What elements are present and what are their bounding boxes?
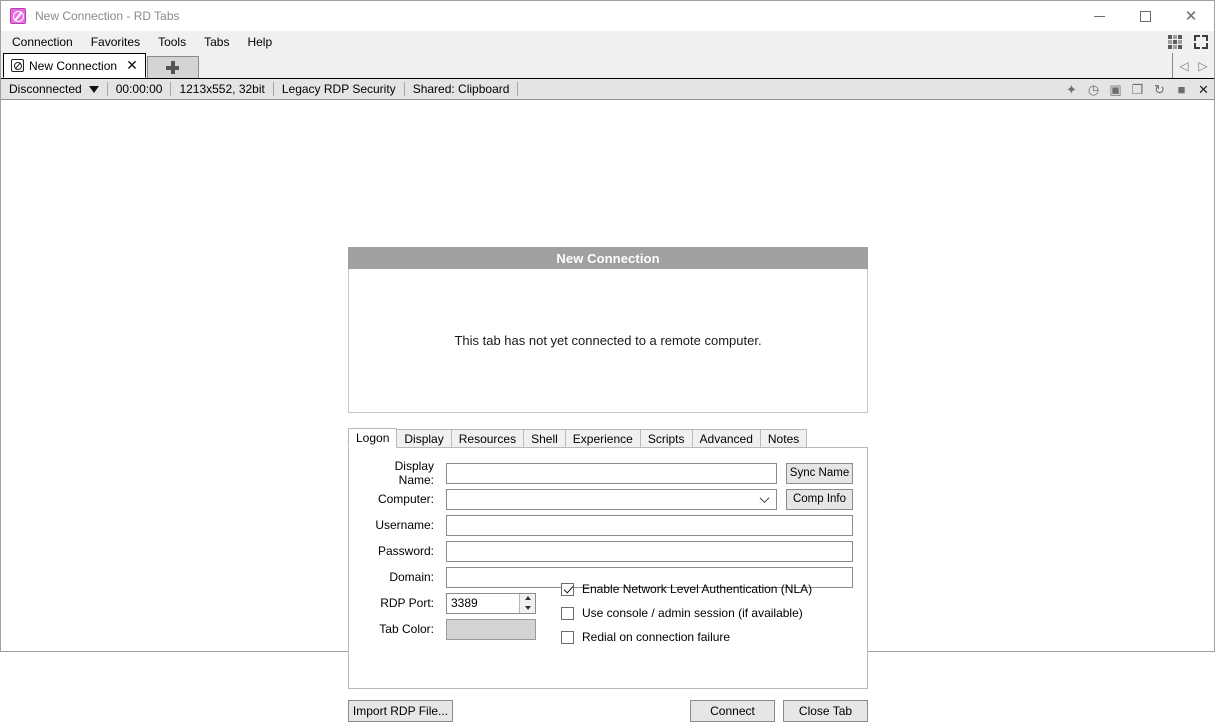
- display-name-input[interactable]: [446, 463, 777, 484]
- rdp-port-label: RDP Port:: [363, 596, 446, 610]
- tab-scroll-left-icon[interactable]: ◁: [1177, 58, 1191, 74]
- checkbox-nla-box[interactable]: [561, 583, 574, 596]
- password-label: Password:: [363, 544, 446, 558]
- domain-label: Domain:: [363, 570, 446, 584]
- computer-row: Computer: Comp Info: [363, 486, 853, 512]
- connection-panel: New Connection This tab has not yet conn…: [348, 247, 868, 722]
- status-timer: 00:00:00: [108, 79, 171, 100]
- tab-close-icon[interactable]: ✕: [126, 59, 138, 73]
- username-row: Username:: [363, 512, 853, 538]
- spin-up-button[interactable]: [520, 594, 535, 604]
- tab-scripts[interactable]: Scripts: [640, 429, 693, 448]
- logon-tab-panel: Display Name: Sync Name Computer: Comp I…: [348, 447, 868, 689]
- copy-icon[interactable]: ❐: [1130, 82, 1145, 97]
- menu-item-tabs[interactable]: Tabs: [195, 32, 238, 52]
- display-name-label: Display Name:: [363, 459, 446, 487]
- caret-up-icon: [525, 596, 531, 600]
- comp-info-button[interactable]: Comp Info: [786, 489, 853, 510]
- tab-color-label: Tab Color:: [363, 622, 446, 636]
- display-name-row: Display Name: Sync Name: [363, 460, 853, 486]
- tab-notes[interactable]: Notes: [760, 429, 807, 448]
- checkbox-nla-label: Enable Network Level Authentication (NLA…: [582, 582, 812, 596]
- username-label: Username:: [363, 518, 446, 532]
- window-controls: ✕: [1076, 1, 1214, 31]
- checkbox-console-session-box[interactable]: [561, 607, 574, 620]
- menu-bar: Connection Favorites Tools Tabs Help: [1, 31, 1214, 53]
- sync-name-button[interactable]: Sync Name: [786, 463, 853, 484]
- reconnect-icon[interactable]: ↻: [1152, 82, 1167, 97]
- status-shared: Shared: Clipboard: [405, 79, 518, 100]
- tab-scroll-right-icon[interactable]: ▷: [1196, 58, 1210, 74]
- password-input[interactable]: [446, 541, 853, 562]
- app-logo-icon: [10, 8, 26, 24]
- pin-icon[interactable]: ✦: [1064, 82, 1079, 97]
- chevron-down-icon: [89, 86, 99, 93]
- menu-item-connection[interactable]: Connection: [3, 32, 82, 52]
- computer-input[interactable]: [446, 489, 777, 510]
- rdp-port-stepper[interactable]: [446, 593, 536, 614]
- checkbox-nla[interactable]: Enable Network Level Authentication (NLA…: [561, 582, 812, 596]
- rd-tabs-window: New Connection - RD Tabs ✕ Connection Fa…: [0, 0, 1215, 652]
- status-bar: Disconnected 00:00:00 1213x552, 32bit Le…: [1, 79, 1214, 100]
- tab-advanced[interactable]: Advanced: [692, 429, 761, 448]
- username-input[interactable]: [446, 515, 853, 536]
- tab-color-swatch[interactable]: [446, 619, 536, 640]
- checkbox-console-session-label: Use console / admin session (if availabl…: [582, 606, 803, 620]
- close-icon: ✕: [1185, 9, 1198, 24]
- tab-new-connection[interactable]: New Connection ✕: [3, 53, 146, 78]
- connection-status-message: This tab has not yet connected to a remo…: [454, 333, 761, 348]
- settings-tab-strip: Logon Display Resources Shell Experience…: [348, 428, 868, 448]
- menu-item-tools[interactable]: Tools: [149, 32, 195, 52]
- tab-shell[interactable]: Shell: [523, 429, 566, 448]
- maximize-button[interactable]: [1122, 1, 1168, 31]
- status-divider: [517, 82, 518, 96]
- close-window-button[interactable]: ✕: [1168, 1, 1214, 31]
- rdp-port-spin-buttons: [519, 594, 535, 613]
- connect-button[interactable]: Connect: [690, 700, 775, 722]
- tab-resources[interactable]: Resources: [451, 429, 524, 448]
- plus-icon: [166, 61, 179, 74]
- close-tab-button[interactable]: Close Tab: [783, 700, 868, 722]
- status-bar-icons: ✦ ◷ ▣ ❐ ↻ ■ ✕: [1064, 79, 1211, 100]
- tab-logon[interactable]: Logon: [348, 428, 397, 448]
- stop-icon[interactable]: ■: [1174, 82, 1189, 97]
- clock-icon[interactable]: ◷: [1086, 82, 1101, 97]
- fullscreen-icon[interactable]: [1194, 35, 1208, 49]
- password-row: Password:: [363, 538, 853, 564]
- dialog-footer: Import RDP File... Connect Close Tab: [348, 700, 868, 722]
- status-connection-state[interactable]: Disconnected: [1, 79, 107, 100]
- tab-scroll-controls: ◁ ▷: [1172, 53, 1214, 78]
- minimize-button[interactable]: [1076, 1, 1122, 31]
- status-connection-state-label: Disconnected: [9, 82, 82, 96]
- menu-item-help[interactable]: Help: [238, 32, 281, 52]
- tab-experience[interactable]: Experience: [565, 429, 641, 448]
- tab-label: New Connection: [29, 59, 117, 73]
- connection-panel-body: This tab has not yet connected to a remo…: [348, 269, 868, 413]
- connection-panel-title: New Connection: [348, 247, 868, 269]
- camera-icon[interactable]: ▣: [1108, 82, 1123, 97]
- status-resolution: 1213x552, 32bit: [171, 79, 272, 100]
- checkbox-redial-label: Redial on connection failure: [582, 630, 730, 644]
- title-bar: New Connection - RD Tabs ✕: [1, 1, 1214, 31]
- logon-options-group: Enable Network Level Authentication (NLA…: [561, 582, 812, 644]
- spin-down-button[interactable]: [520, 603, 535, 613]
- caret-down-icon: [525, 606, 531, 610]
- tab-display[interactable]: Display: [396, 429, 451, 448]
- import-rdp-file-button[interactable]: Import RDP File...: [348, 700, 453, 722]
- checkbox-redial[interactable]: Redial on connection failure: [561, 630, 812, 644]
- computer-combobox[interactable]: [446, 489, 777, 510]
- tab-strip: New Connection ✕ ◁ ▷: [1, 53, 1214, 79]
- new-tab-button[interactable]: [147, 56, 199, 78]
- client-area: New Connection This tab has not yet conn…: [1, 100, 1214, 651]
- computer-label: Computer:: [363, 492, 446, 506]
- window-title: New Connection - RD Tabs: [35, 9, 180, 23]
- menu-bar-tools: [1168, 31, 1208, 53]
- status-security: Legacy RDP Security: [274, 79, 404, 100]
- grid-view-icon[interactable]: [1168, 35, 1182, 49]
- checkbox-redial-box[interactable]: [561, 631, 574, 644]
- tab-connection-icon: [11, 59, 24, 72]
- checkbox-console-session[interactable]: Use console / admin session (if availabl…: [561, 606, 812, 620]
- menu-item-favorites[interactable]: Favorites: [82, 32, 149, 52]
- disconnect-icon[interactable]: ✕: [1196, 82, 1211, 97]
